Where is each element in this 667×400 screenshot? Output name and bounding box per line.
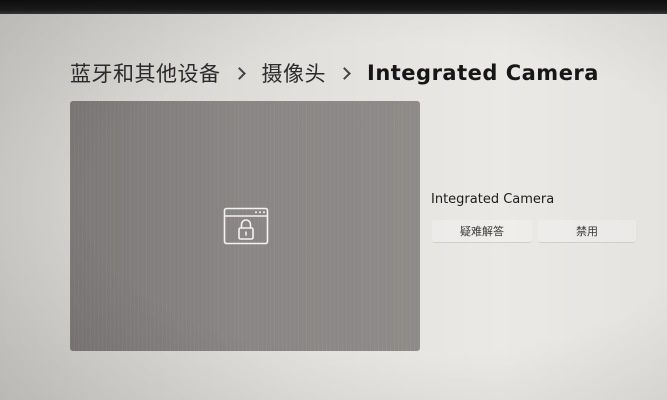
breadcrumb-camera[interactable]: 摄像头: [262, 58, 327, 88]
camera-blocked-lock-icon: [223, 207, 269, 245]
breadcrumb-bluetooth-devices[interactable]: 蓝牙和其他设备: [70, 58, 221, 88]
chevron-right-icon: [232, 66, 246, 80]
camera-preview: [70, 101, 420, 351]
monitor-bezel: [0, 0, 667, 14]
device-name: Integrated Camera: [431, 192, 555, 207]
page-title: Integrated Camera: [367, 61, 599, 85]
troubleshoot-button[interactable]: 疑难解答: [432, 220, 532, 243]
disable-button[interactable]: 禁用: [538, 220, 636, 243]
breadcrumb: 蓝牙和其他设备 摄像头 Integrated Camera: [70, 58, 599, 88]
chevron-right-icon: [338, 66, 351, 80]
